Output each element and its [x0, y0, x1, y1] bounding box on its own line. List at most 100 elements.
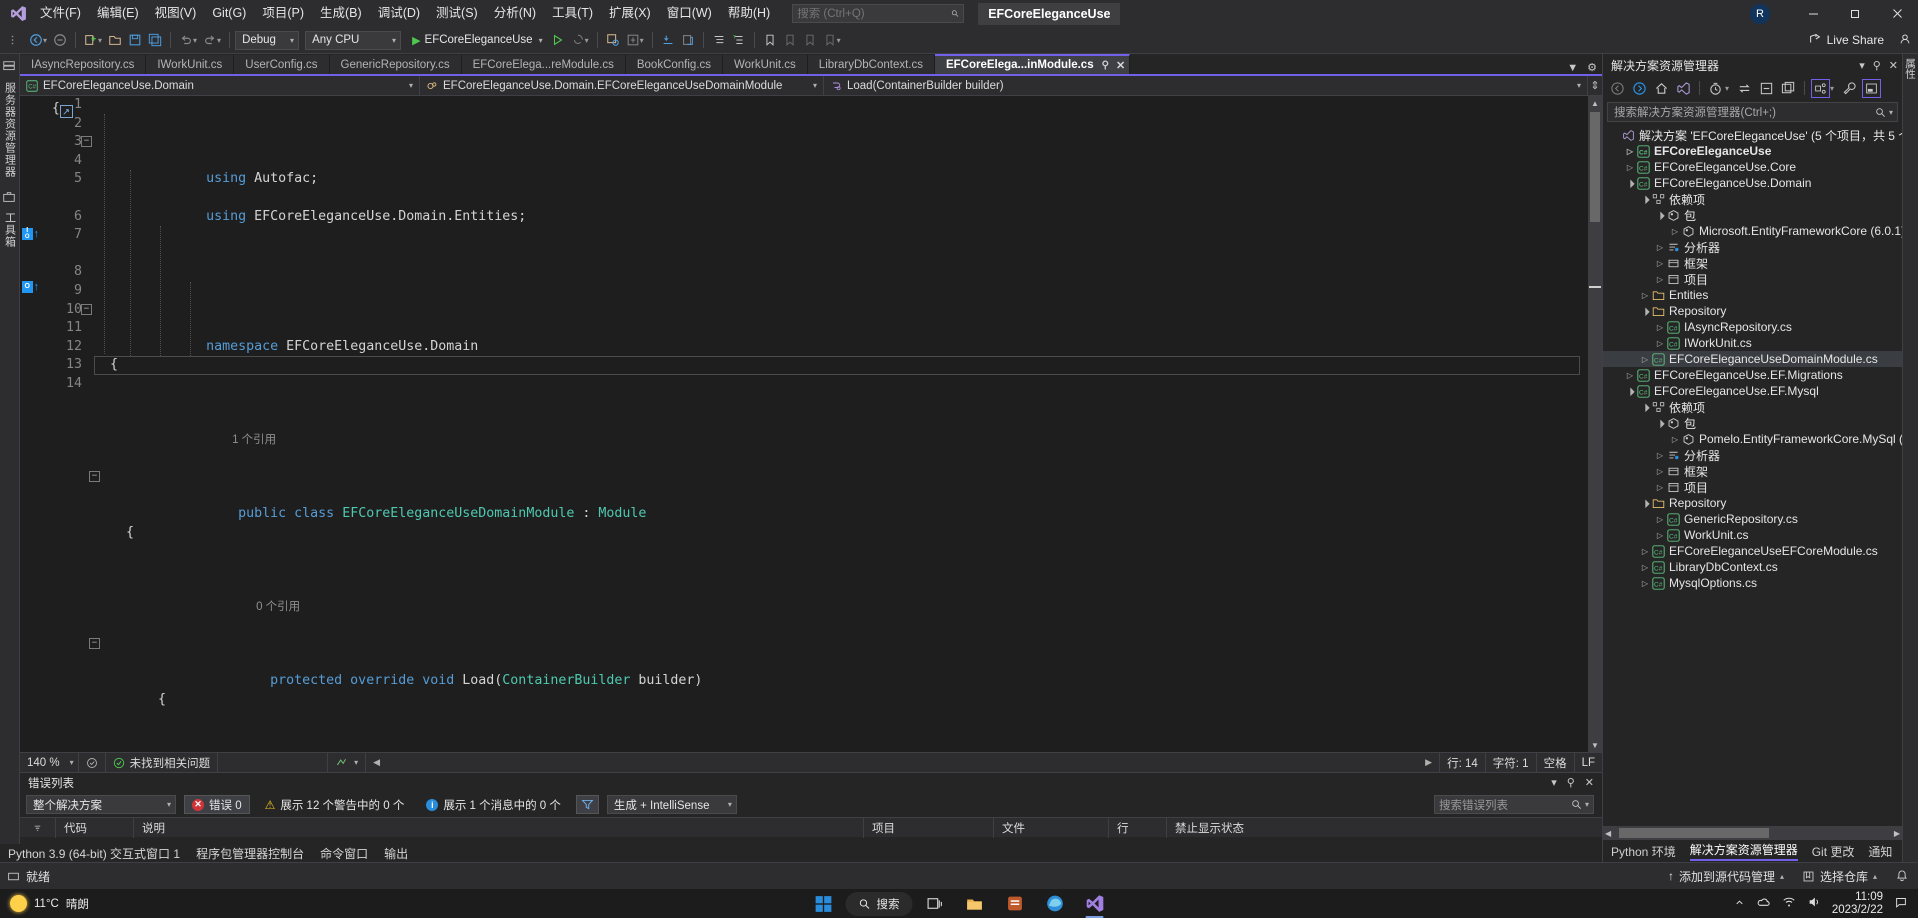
- solution-explorer-dropdown-icon[interactable]: ▾: [1859, 59, 1865, 72]
- next-bookmark-icon[interactable]: [800, 29, 820, 51]
- select-repo-button[interactable]: 选择仓库 ▴: [1793, 863, 1886, 890]
- build-filter-combo[interactable]: 生成 + IntelliSense ▾: [607, 795, 737, 814]
- se-properties-wrench-icon[interactable]: [1840, 79, 1859, 98]
- solution-tree-item[interactable]: ▷C#IWorkUnit.cs: [1603, 335, 1902, 351]
- se-view-class-diagram-icon[interactable]: [1811, 79, 1830, 98]
- tray-onedrive-icon[interactable]: [1756, 895, 1771, 913]
- navigate-forward-icon[interactable]: [50, 29, 70, 51]
- error-list-dropdown-icon[interactable]: ▾: [1551, 776, 1557, 789]
- navbar-type-combo[interactable]: EFCoreEleganceUse.Domain.EFCoreEleganceU…: [420, 76, 824, 96]
- collapse-region-icon[interactable]: −: [89, 471, 100, 482]
- error-col-severity[interactable]: [20, 818, 56, 838]
- menu-item-test[interactable]: 测试(S): [428, 1, 486, 26]
- expand-arrow-icon[interactable]: ▷: [1654, 483, 1666, 492]
- solution-explorer-close-icon[interactable]: ✕: [1889, 59, 1898, 72]
- expand-arrow-icon[interactable]: ▷: [1639, 355, 1651, 364]
- codelens-method-ref-label[interactable]: 0 个引用: [256, 601, 300, 613]
- expand-arrow-icon[interactable]: ▷: [1669, 435, 1681, 444]
- start-button[interactable]: [806, 890, 842, 918]
- new-project-dropdown-icon[interactable]: ▾: [98, 36, 102, 45]
- tray-network-icon[interactable]: [1782, 895, 1796, 912]
- expand-arrow-icon[interactable]: ▷: [1624, 371, 1636, 380]
- solution-tree-item[interactable]: ◢依赖项: [1603, 191, 1902, 207]
- error-col-line[interactable]: 行: [1109, 818, 1167, 838]
- solution-tree-item[interactable]: ◢C#EFCoreEleganceUse.Domain: [1603, 175, 1902, 191]
- se-view-dropdown-icon[interactable]: ▾: [1830, 84, 1834, 93]
- toolbar-overflow-icon[interactable]: ▾: [837, 36, 841, 45]
- solution-tree-item[interactable]: ▷C#IAsyncRepository.cs: [1603, 319, 1902, 335]
- footer-tab-git-changes[interactable]: Git 更改: [1812, 843, 1855, 860]
- solution-explorer-search[interactable]: 搜索解决方案资源管理器(Ctrl+;) ▾: [1607, 102, 1898, 122]
- solution-tree-item[interactable]: ◢包: [1603, 207, 1902, 223]
- navbar-member-combo[interactable]: Load(ContainerBuilder builder) ▾: [824, 76, 1588, 96]
- source-control-button[interactable]: ↑ 添加到源代码管理 ▴: [1659, 863, 1793, 890]
- se-back-icon[interactable]: [1608, 79, 1627, 98]
- taskbar-weather-widget[interactable]: 11°C 晴朗: [0, 895, 89, 912]
- footer-tab-notifications[interactable]: 通知: [1868, 843, 1892, 860]
- solution-tree-item[interactable]: ▷C#EFCoreEleganceUse: [1603, 143, 1902, 159]
- right-rail-label-properties[interactable]: 属性: [1903, 58, 1918, 79]
- back-dropdown-icon[interactable]: ▾: [43, 36, 47, 45]
- document-tab-iworkunit[interactable]: IWorkUnit.cs: [146, 55, 234, 74]
- solution-platform-combo[interactable]: Any CPU ▾: [305, 31, 401, 50]
- filter-toggle-button[interactable]: [576, 795, 599, 814]
- bottom-tab-output[interactable]: 输出: [384, 845, 408, 862]
- collapse-region-icon[interactable]: −: [81, 304, 92, 315]
- tray-volume-icon[interactable]: [1807, 895, 1821, 912]
- expand-arrow-icon[interactable]: ▷: [1639, 291, 1651, 300]
- menu-item-project[interactable]: 项目(P): [254, 1, 312, 26]
- solution-explorer-horizontal-scrollbar[interactable]: ◀ ▶: [1603, 826, 1902, 840]
- error-col-code[interactable]: 代码: [56, 818, 134, 838]
- error-list-close-icon[interactable]: ✕: [1585, 776, 1594, 789]
- solution-tree-item[interactable]: ▷C#MysqlOptions.cs: [1603, 575, 1902, 591]
- expand-arrow-icon[interactable]: ▷: [1654, 467, 1666, 476]
- menu-item-analyze[interactable]: 分析(N): [486, 1, 544, 26]
- document-tab-workunit[interactable]: WorkUnit.cs: [723, 55, 808, 74]
- chevron-down-icon[interactable]: ▾: [1889, 108, 1893, 117]
- navbar-project-combo[interactable]: C# EFCoreEleganceUse.Domain ▾: [20, 76, 420, 96]
- live-share-button[interactable]: Live Share: [1808, 32, 1918, 49]
- scroll-right-icon[interactable]: ▶: [1894, 829, 1902, 838]
- solution-tree-item[interactable]: ▷框架: [1603, 463, 1902, 479]
- se-preview-pane-icon[interactable]: [1862, 79, 1881, 98]
- document-tab-genericrepository[interactable]: GenericRepository.cs: [330, 55, 462, 74]
- solution-tree-item[interactable]: ▷分析器: [1603, 239, 1902, 255]
- code-lens-method-references[interactable]: 0 个引用: [94, 579, 1588, 598]
- split-editor-icon[interactable]: ⇕: [1588, 79, 1602, 92]
- error-col-file[interactable]: 文件: [994, 818, 1109, 838]
- menu-item-file[interactable]: 文件(F): [32, 1, 89, 26]
- tray-expand-icon[interactable]: [1734, 897, 1745, 911]
- collapse-region-icon[interactable]: −: [89, 638, 100, 649]
- line-ending-indicator[interactable]: LF: [1575, 753, 1602, 773]
- indentation-indicator[interactable]: 空格: [1537, 753, 1575, 773]
- source-code-lines[interactable]: − using Autofac; using Autofac; using EF…: [94, 96, 1588, 752]
- global-search-box[interactable]: [792, 4, 964, 23]
- document-tab-iasyncrepository[interactable]: IAsyncRepository.cs: [20, 55, 146, 74]
- comment-icon[interactable]: ?: [729, 29, 749, 51]
- notifications-button[interactable]: [1886, 863, 1918, 890]
- codelens-class-ref-label[interactable]: 1 个引用: [232, 434, 276, 446]
- expand-arrow-icon[interactable]: ▷: [1639, 579, 1651, 588]
- menu-item-view[interactable]: 视图(V): [147, 1, 205, 26]
- solution-tree-item[interactable]: ▷C#EFCoreEleganceUse.Core: [1603, 159, 1902, 175]
- expand-arrow-icon[interactable]: ▷: [1654, 275, 1666, 284]
- solution-tree-item[interactable]: ▷项目: [1603, 271, 1902, 287]
- close-button[interactable]: [1876, 0, 1918, 27]
- bottom-tab-python-interactive[interactable]: Python 3.9 (64-bit) 交互式窗口 1: [8, 845, 180, 862]
- scroll-right-icon[interactable]: ▶: [1425, 757, 1432, 768]
- horizontal-scroll-region[interactable]: ◀ ▶: [366, 753, 1440, 773]
- task-view-button[interactable]: [917, 890, 953, 918]
- tray-notification-icon[interactable]: [1894, 895, 1908, 912]
- se-forward-icon[interactable]: [1630, 79, 1649, 98]
- solution-tree-item[interactable]: ▷Entities: [1603, 287, 1902, 303]
- active-files-dropdown-icon[interactable]: ▼: [1567, 62, 1578, 74]
- bottom-tab-package-manager-console[interactable]: 程序包管理器控制台: [196, 845, 304, 862]
- editor-zoom-combo[interactable]: 140 % ▾: [20, 753, 79, 773]
- step-into-icon[interactable]: [658, 29, 678, 51]
- error-list-pin-icon[interactable]: ⚲: [1567, 776, 1575, 789]
- start-without-debugging-icon[interactable]: [548, 29, 568, 51]
- solution-tree-item[interactable]: ▷项目: [1603, 479, 1902, 495]
- code-lens-indicator-method[interactable]: O ↑: [22, 279, 39, 294]
- hot-reload-dropdown-icon[interactable]: ▾: [585, 36, 589, 45]
- solution-tree[interactable]: 解决方案 'EFCoreEleganceUse' (5 个项目，共 5 个)▷C…: [1603, 125, 1902, 826]
